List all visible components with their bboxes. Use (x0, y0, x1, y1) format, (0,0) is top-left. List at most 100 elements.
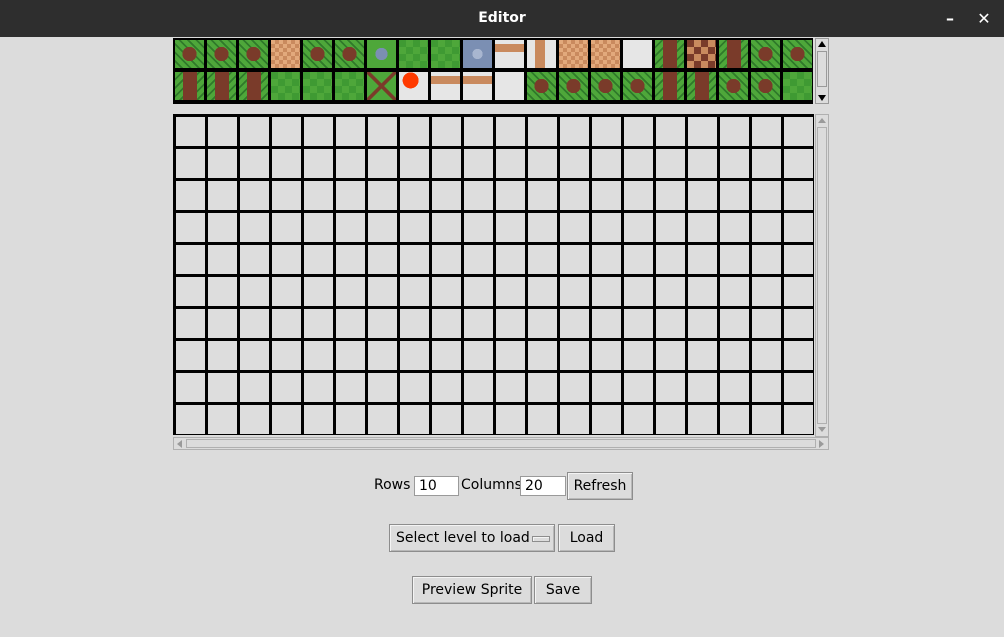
grid-cell[interactable] (624, 277, 653, 306)
palette-tile-grass-path[interactable] (751, 40, 780, 68)
palette-tile-dirt-tile[interactable] (591, 40, 620, 68)
grid-cell[interactable] (176, 373, 205, 402)
grid-cell[interactable] (176, 245, 205, 274)
palette-tile-dirt-grass[interactable] (207, 72, 236, 100)
grid-cell[interactable] (496, 117, 525, 146)
grid-cell[interactable] (624, 309, 653, 338)
grid-cell[interactable] (720, 309, 749, 338)
palette-tile-grass-check[interactable] (783, 72, 812, 100)
grid-cell[interactable] (464, 309, 493, 338)
grid-cell[interactable] (336, 309, 365, 338)
grid-cell[interactable] (688, 245, 717, 274)
grid-cell[interactable] (432, 373, 461, 402)
grid-cell[interactable] (592, 245, 621, 274)
grid-cell[interactable] (304, 213, 333, 242)
palette-tile-grass-path[interactable] (783, 40, 812, 68)
grid-cell[interactable] (176, 277, 205, 306)
grid-cell[interactable] (528, 149, 557, 178)
grid-cell[interactable] (464, 245, 493, 274)
grid-cell[interactable] (496, 213, 525, 242)
grid-cell[interactable] (400, 117, 429, 146)
grid-cell[interactable] (624, 149, 653, 178)
scroll-up-arrow-icon[interactable] (818, 118, 826, 123)
scroll-thumb[interactable] (186, 439, 816, 448)
grid-cell[interactable] (624, 373, 653, 402)
grid-cell[interactable] (592, 181, 621, 210)
grid-horizontal-scrollbar[interactable] (173, 437, 829, 450)
palette-tile-dirt-grass[interactable] (175, 72, 204, 100)
palette-tile-dirt-grass[interactable] (239, 72, 268, 100)
grid-vertical-scrollbar[interactable] (815, 114, 829, 437)
grid-cell[interactable] (688, 277, 717, 306)
grid-cell[interactable] (720, 149, 749, 178)
palette-tile-grass-path[interactable] (335, 40, 364, 68)
grid-cell[interactable] (368, 373, 397, 402)
grid-cell[interactable] (592, 405, 621, 434)
scroll-right-arrow-icon[interactable] (819, 440, 824, 448)
grid-cell[interactable] (176, 117, 205, 146)
grid-cell[interactable] (752, 213, 781, 242)
grid-cell[interactable] (688, 373, 717, 402)
grid-cell[interactable] (368, 405, 397, 434)
palette-tile-grass-path[interactable] (719, 72, 748, 100)
grid-cell[interactable] (464, 213, 493, 242)
grid-cell[interactable] (240, 117, 269, 146)
grid-cell[interactable] (496, 373, 525, 402)
grid-cell[interactable] (208, 405, 237, 434)
grid-cell[interactable] (560, 277, 589, 306)
grid-cell[interactable] (624, 117, 653, 146)
grid-cell[interactable] (720, 117, 749, 146)
grid-cell[interactable] (624, 341, 653, 370)
grid-cell[interactable] (240, 213, 269, 242)
grid-cell[interactable] (656, 277, 685, 306)
grid-cell[interactable] (496, 309, 525, 338)
grid-cell[interactable] (208, 117, 237, 146)
grid-cell[interactable] (784, 373, 813, 402)
grid-cell[interactable] (752, 149, 781, 178)
grid-cell[interactable] (784, 245, 813, 274)
grid-cell[interactable] (464, 117, 493, 146)
level-select-menu[interactable]: Select level to load (389, 524, 555, 552)
grid-cell[interactable] (368, 181, 397, 210)
grid-cell[interactable] (400, 373, 429, 402)
grid-cell[interactable] (336, 213, 365, 242)
grid-cell[interactable] (560, 117, 589, 146)
grid-cell[interactable] (592, 149, 621, 178)
grid-cell[interactable] (176, 149, 205, 178)
grid-cell[interactable] (272, 277, 301, 306)
grid-cell[interactable] (592, 117, 621, 146)
grid-cell[interactable] (336, 341, 365, 370)
grid-cell[interactable] (688, 213, 717, 242)
level-grid[interactable] (173, 114, 814, 435)
grid-cell[interactable] (784, 149, 813, 178)
grid-cell[interactable] (240, 245, 269, 274)
palette-tile-grass-path[interactable] (527, 72, 556, 100)
grid-cell[interactable] (368, 309, 397, 338)
grid-cell[interactable] (784, 277, 813, 306)
palette-tile-grass-check[interactable] (335, 72, 364, 100)
grid-cell[interactable] (656, 117, 685, 146)
grid-cell[interactable] (176, 309, 205, 338)
grid-cell[interactable] (528, 277, 557, 306)
grid-cell[interactable] (240, 149, 269, 178)
grid-cell[interactable] (752, 181, 781, 210)
grid-cell[interactable] (400, 245, 429, 274)
scroll-thumb[interactable] (817, 127, 827, 424)
grid-cell[interactable] (272, 213, 301, 242)
palette-vertical-scrollbar[interactable] (815, 38, 829, 104)
grid-cell[interactable] (688, 309, 717, 338)
palette-tile-dirt-tile[interactable] (559, 40, 588, 68)
grid-cell[interactable] (496, 405, 525, 434)
columns-input[interactable] (520, 476, 566, 496)
scroll-down-arrow-icon[interactable] (818, 95, 826, 101)
grid-cell[interactable] (176, 341, 205, 370)
grid-cell[interactable] (240, 277, 269, 306)
grid-cell[interactable] (208, 149, 237, 178)
grid-cell[interactable] (400, 405, 429, 434)
grid-cell[interactable] (752, 277, 781, 306)
grid-cell[interactable] (752, 341, 781, 370)
grid-cell[interactable] (560, 181, 589, 210)
grid-cell[interactable] (304, 245, 333, 274)
grid-cell[interactable] (304, 341, 333, 370)
load-button[interactable]: Load (558, 524, 615, 552)
